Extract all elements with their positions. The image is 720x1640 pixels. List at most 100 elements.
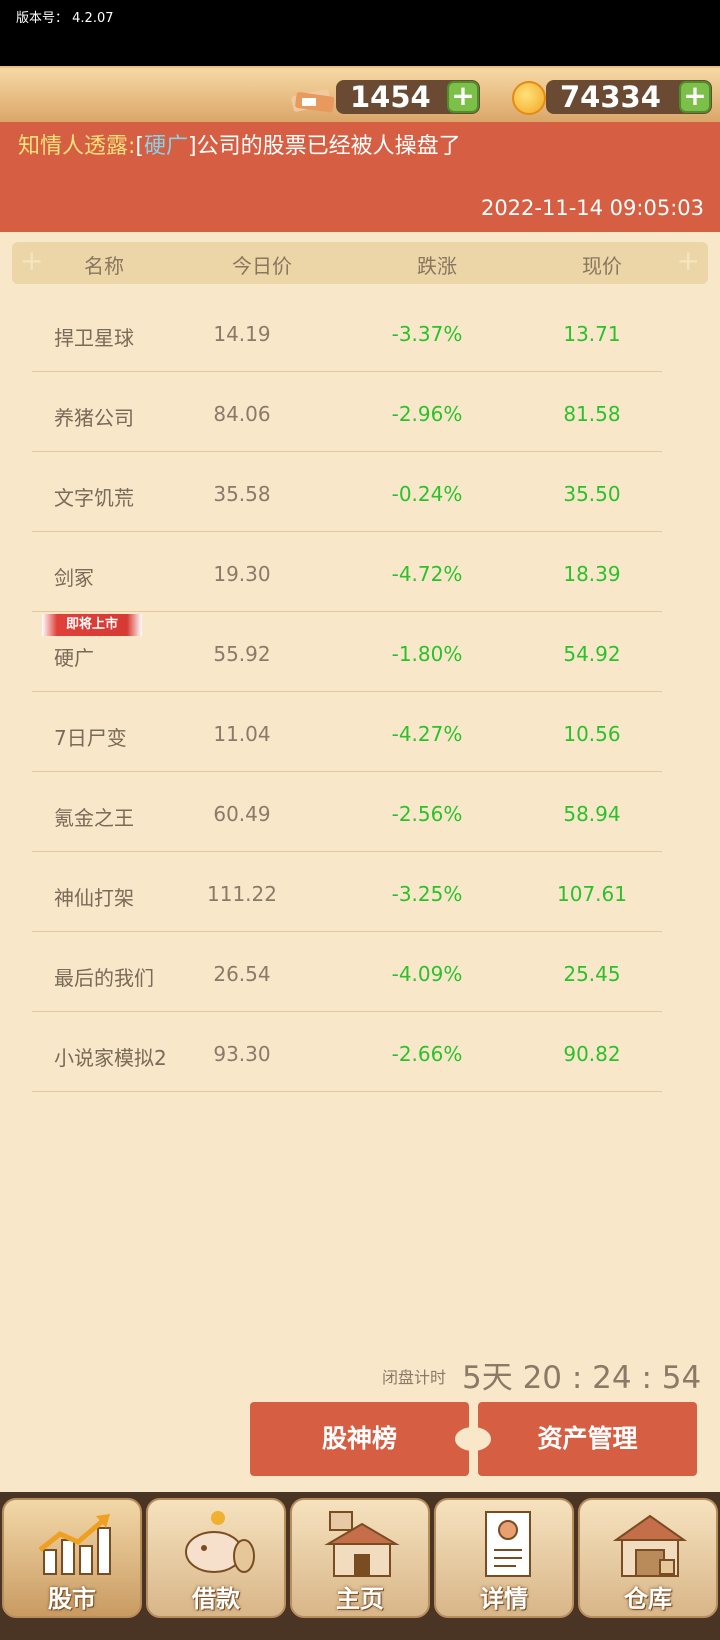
stock-row[interactable]: 7日尸变 11.04 -4.27% 10.56 bbox=[32, 692, 662, 772]
add-coins-button[interactable]: + bbox=[679, 81, 711, 113]
stock-today-price: 93.30 bbox=[213, 1042, 271, 1066]
news-bracket-open: [ bbox=[135, 134, 145, 159]
stock-name: 养猪公司 bbox=[54, 406, 134, 430]
header-plus-right-icon: + bbox=[676, 244, 700, 277]
version-value: 4.2.07 bbox=[72, 11, 114, 26]
money-value: 1454 bbox=[350, 80, 431, 114]
stock-change: -4.72% bbox=[391, 562, 463, 586]
nav-loan[interactable]: 借款 bbox=[146, 1498, 286, 1618]
add-money-button[interactable]: + bbox=[447, 81, 479, 113]
home-icon bbox=[324, 1511, 400, 1577]
news-prefix: 知情人透露: bbox=[18, 134, 136, 159]
stock-name: 捍卫星球 bbox=[54, 326, 134, 350]
asset-management-button[interactable]: 资产管理 bbox=[478, 1402, 697, 1476]
stock-current-price: 107.61 bbox=[557, 882, 627, 906]
news-banner: 知情人透露:[硬广]公司的股票已经被人操盘了 2022-11-14 09:05:… bbox=[0, 122, 720, 232]
nav-label: 借款 bbox=[192, 1585, 240, 1613]
countdown-label: 闭盘计时 bbox=[382, 1368, 447, 1387]
stock-today-price: 26.54 bbox=[213, 962, 271, 986]
stock-name: 7日尸变 bbox=[54, 726, 127, 750]
coming-soon-badge: 即将上市 bbox=[42, 614, 142, 636]
stock-row[interactable]: 即将上市 硬广 55.92 -1.80% 54.92 bbox=[32, 612, 662, 692]
stock-current-price: 81.58 bbox=[563, 402, 621, 426]
nav-stock-market[interactable]: 股市 bbox=[2, 1498, 142, 1618]
header-today-price: 今日价 bbox=[232, 254, 292, 278]
header-name: 名称 bbox=[84, 254, 124, 278]
stock-change: -2.96% bbox=[391, 402, 463, 426]
warehouse-icon bbox=[612, 1514, 688, 1577]
stock-today-price: 60.49 bbox=[213, 802, 271, 826]
stock-table-header: + 名称 今日价 跌涨 现价 + bbox=[12, 242, 708, 284]
stock-current-price: 25.45 bbox=[563, 962, 621, 986]
stock-today-price: 111.22 bbox=[207, 882, 277, 906]
stock-name: 硬广 bbox=[54, 646, 94, 670]
nav-label: 详情 bbox=[480, 1585, 528, 1613]
stock-current-price: 35.50 bbox=[563, 482, 621, 506]
stock-today-price: 11.04 bbox=[213, 722, 271, 746]
cash-stack-icon bbox=[291, 89, 335, 113]
stock-change: -2.66% bbox=[391, 1042, 463, 1066]
stock-current-price: 54.92 bbox=[563, 642, 621, 666]
stock-name: 剑冢 bbox=[54, 566, 94, 590]
stock-current-price: 90.82 bbox=[563, 1042, 621, 1066]
stock-change: -2.56% bbox=[391, 802, 463, 826]
ranking-button[interactable]: 股神榜 bbox=[250, 1402, 469, 1476]
news-company: 硬广 bbox=[144, 134, 189, 159]
stock-name: 神仙打架 bbox=[54, 886, 134, 910]
news-message: 知情人透露:[硬广]公司的股票已经被人操盘了 bbox=[18, 128, 461, 160]
stock-current-price: 18.39 bbox=[563, 562, 621, 586]
coin-balance: 74334 + bbox=[546, 80, 712, 114]
stock-change: -4.27% bbox=[391, 722, 463, 746]
stock-name: 文字饥荒 bbox=[54, 486, 134, 510]
profile-icon bbox=[485, 1511, 531, 1577]
stock-change: -3.37% bbox=[391, 322, 463, 346]
status-bar: 版本号： 4.2.07 bbox=[0, 0, 720, 66]
stock-row[interactable]: 最后的我们 26.54 -4.09% 25.45 bbox=[32, 932, 662, 1012]
version-label: 版本号： bbox=[16, 11, 69, 26]
money-balance: 1454 + bbox=[336, 80, 480, 114]
coin-value: 74334 bbox=[560, 80, 661, 114]
news-bracket-close: ] bbox=[188, 134, 197, 159]
header-change: 跌涨 bbox=[417, 254, 457, 278]
currency-bar: 1454 + 74334 + bbox=[0, 66, 720, 122]
nav-label: 主页 bbox=[336, 1585, 384, 1613]
nav-warehouse[interactable]: 仓库 bbox=[578, 1498, 718, 1618]
stock-chart-icon bbox=[38, 1514, 111, 1575]
coin-icon bbox=[512, 81, 546, 115]
news-timestamp: 2022-11-14 09:05:03 bbox=[480, 196, 704, 220]
nav-home[interactable]: 主页 bbox=[290, 1498, 430, 1618]
stock-change: -4.09% bbox=[391, 962, 463, 986]
stock-current-price: 10.56 bbox=[563, 722, 621, 746]
stock-row[interactable]: 文字饥荒 35.58 -0.24% 35.50 bbox=[32, 452, 662, 532]
stock-today-price: 55.92 bbox=[213, 642, 271, 666]
stock-change: -1.80% bbox=[391, 642, 463, 666]
stock-row[interactable]: 捍卫星球 14.19 -3.37% 13.71 bbox=[32, 292, 662, 372]
stock-today-price: 14.19 bbox=[213, 322, 271, 346]
nav-label: 仓库 bbox=[624, 1585, 672, 1613]
header-plus-left-icon: + bbox=[20, 244, 44, 277]
button-divider bbox=[455, 1427, 491, 1451]
stock-row[interactable]: 氪金之王 60.49 -2.56% 58.94 bbox=[32, 772, 662, 852]
nav-label: 股市 bbox=[48, 1585, 96, 1613]
stock-today-price: 35.58 bbox=[213, 482, 271, 506]
stock-row[interactable]: 小说家模拟2 93.30 -2.66% 90.82 bbox=[32, 1012, 662, 1092]
piggy-bank-icon bbox=[185, 1511, 255, 1573]
stock-change: -3.25% bbox=[391, 882, 463, 906]
stock-current-price: 13.71 bbox=[563, 322, 621, 346]
stock-name: 最后的我们 bbox=[54, 966, 154, 990]
stock-name: 氪金之王 bbox=[54, 806, 134, 830]
stock-today-price: 84.06 bbox=[213, 402, 271, 426]
countdown-timer: 5天 20 : 24 : 54 bbox=[462, 1360, 702, 1396]
stock-current-price: 58.94 bbox=[563, 802, 621, 826]
stock-today-price: 19.30 bbox=[213, 562, 271, 586]
news-body: 公司的股票已经被人操盘了 bbox=[196, 134, 461, 159]
stock-name: 小说家模拟2 bbox=[54, 1046, 167, 1070]
stock-row[interactable]: 神仙打架 111.22 -3.25% 107.61 bbox=[32, 852, 662, 932]
stock-row[interactable]: 养猪公司 84.06 -2.96% 81.58 bbox=[32, 372, 662, 452]
header-current-price: 现价 bbox=[582, 254, 622, 278]
nav-details[interactable]: 详情 bbox=[434, 1498, 574, 1618]
stock-list: 捍卫星球 14.19 -3.37% 13.71 养猪公司 84.06 -2.96… bbox=[32, 292, 662, 1092]
stock-change: -0.24% bbox=[391, 482, 463, 506]
bottom-nav: 股市 借款 主页 详情 仓库 bbox=[0, 1492, 720, 1640]
stock-row[interactable]: 剑冢 19.30 -4.72% 18.39 bbox=[32, 532, 662, 612]
